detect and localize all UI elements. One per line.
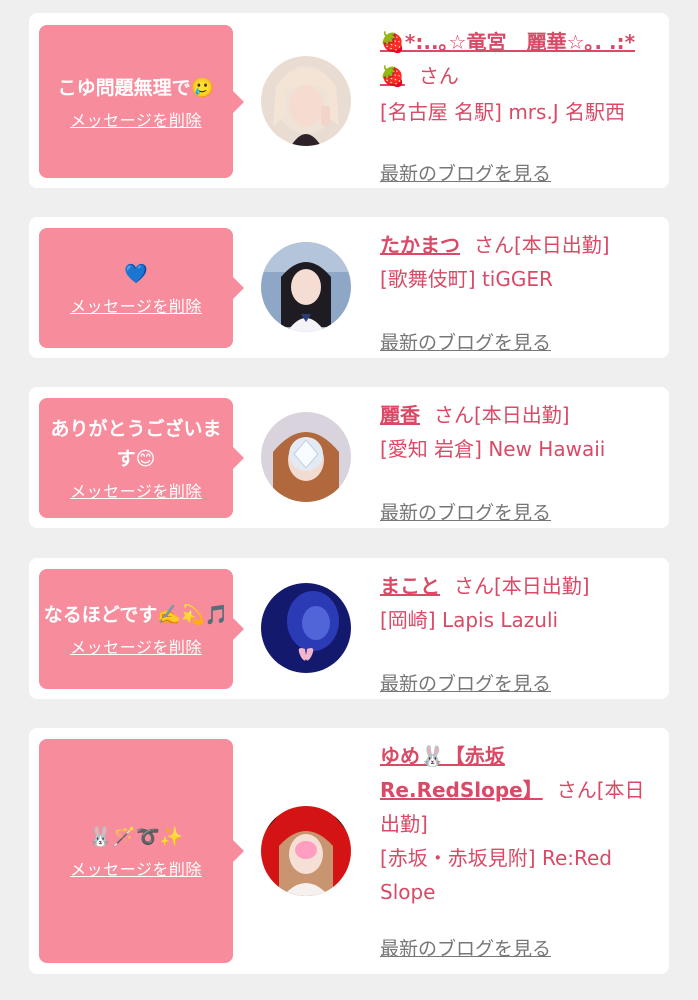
blog-link[interactable]: 最新のブログを見る bbox=[380, 498, 551, 525]
message-bubble: 🐰🪄➰✨ メッセージを削除 bbox=[39, 739, 244, 963]
blog-link[interactable]: 最新のブログを見る bbox=[380, 328, 551, 355]
cast-info: 🍓*:..｡☆竜宮 麗華☆｡. .:* 🍓 さん [名古屋 名駅] mrs.J 名… bbox=[380, 25, 665, 185]
delete-message-link[interactable]: メッセージを削除 bbox=[70, 478, 202, 502]
avatar[interactable] bbox=[261, 806, 351, 896]
blog-link[interactable]: 最新のブログを見る bbox=[380, 669, 551, 696]
message-card: 💙 メッセージを削除 たかまつ さん[本日出勤] [歌舞伎町] tiGGER 最新… bbox=[29, 217, 669, 358]
honorific: さん bbox=[418, 64, 459, 88]
store-info: [歌舞伎町] tiGGER bbox=[380, 267, 553, 291]
store-info: [赤坂・赤坂見附] Re:Red Slope bbox=[380, 846, 613, 904]
cast-info: 麗香 さん[本日出勤] [愛知 岩倉] New Hawaii 最新のブログを見る bbox=[380, 398, 665, 524]
blog-link[interactable]: 最新のブログを見る bbox=[380, 159, 551, 186]
cast-name-link[interactable]: ゆめ🐰【赤坂 Re.RedSlope】 bbox=[380, 744, 543, 802]
message-text: ありがとうございます😊 bbox=[50, 418, 222, 470]
cast-name-link[interactable]: 麗香 bbox=[380, 403, 420, 427]
message-bubble: 💙 メッセージを削除 bbox=[39, 228, 244, 348]
message-bubble: なるほどです✍️💫🎵 メッセージを削除 bbox=[39, 569, 244, 689]
cast-name-link[interactable]: たかまつ bbox=[380, 233, 460, 257]
message-card: ありがとうございます😊 メッセージを削除 麗香 さん[本日出勤] [愛知 岩倉] … bbox=[29, 387, 669, 528]
honorific: さん bbox=[434, 403, 474, 427]
message-card: 🐰🪄➰✨ メッセージを削除 ゆめ🐰【赤坂 Re.RedSlope】 さん[本日出勤… bbox=[29, 728, 669, 974]
message-text: 🐰🪄➰✨ bbox=[88, 826, 184, 848]
cast-info: ゆめ🐰【赤坂 Re.RedSlope】 さん[本日出勤] [赤坂・赤坂見附] Re… bbox=[380, 739, 665, 960]
status-badge: [本日出勤] bbox=[494, 574, 590, 598]
cast-info: たかまつ さん[本日出勤] [歌舞伎町] tiGGER 最新のブログを見る bbox=[380, 228, 665, 354]
avatar[interactable] bbox=[261, 242, 351, 332]
avatar[interactable] bbox=[261, 56, 351, 146]
honorific: さん bbox=[556, 778, 597, 802]
blog-link[interactable]: 最新のブログを見る bbox=[380, 934, 551, 961]
store-info: [愛知 岩倉] New Hawaii bbox=[380, 437, 606, 461]
message-card: こゆ問題無理で🥲 メッセージを削除 🍓*:..｡☆竜宮 麗華☆｡. .:* 🍓 さ… bbox=[29, 13, 669, 188]
delete-message-link[interactable]: メッセージを削除 bbox=[70, 107, 202, 131]
delete-message-link[interactable]: メッセージを削除 bbox=[70, 293, 202, 317]
cast-name-link[interactable]: まこと bbox=[380, 574, 440, 598]
cast-info: まこと さん[本日出勤] [岡崎] Lapis Lazuli 最新のブログを見る bbox=[380, 569, 665, 695]
status-badge: [本日出勤] bbox=[474, 403, 570, 427]
status-badge: [本日出勤] bbox=[514, 233, 610, 257]
message-text: なるほどです✍️💫🎵 bbox=[43, 604, 229, 626]
store-info: [名古屋 名駅] mrs.J 名駅西 bbox=[380, 100, 626, 124]
message-bubble: こゆ問題無理で🥲 メッセージを削除 bbox=[39, 25, 244, 178]
store-info: [岡崎] Lapis Lazuli bbox=[380, 608, 559, 632]
message-text: こゆ問題無理で🥲 bbox=[57, 76, 215, 99]
avatar[interactable] bbox=[261, 583, 351, 673]
message-card: なるほどです✍️💫🎵 メッセージを削除 まこと さん[本日出勤] [岡崎] Lap… bbox=[29, 558, 669, 699]
message-text: 💙 bbox=[124, 263, 148, 285]
delete-message-link[interactable]: メッセージを削除 bbox=[70, 856, 202, 880]
message-bubble: ありがとうございます😊 メッセージを削除 bbox=[39, 398, 244, 518]
delete-message-link[interactable]: メッセージを削除 bbox=[70, 634, 202, 658]
avatar[interactable] bbox=[261, 412, 351, 502]
honorific: さん bbox=[474, 233, 514, 257]
honorific: さん bbox=[454, 574, 494, 598]
